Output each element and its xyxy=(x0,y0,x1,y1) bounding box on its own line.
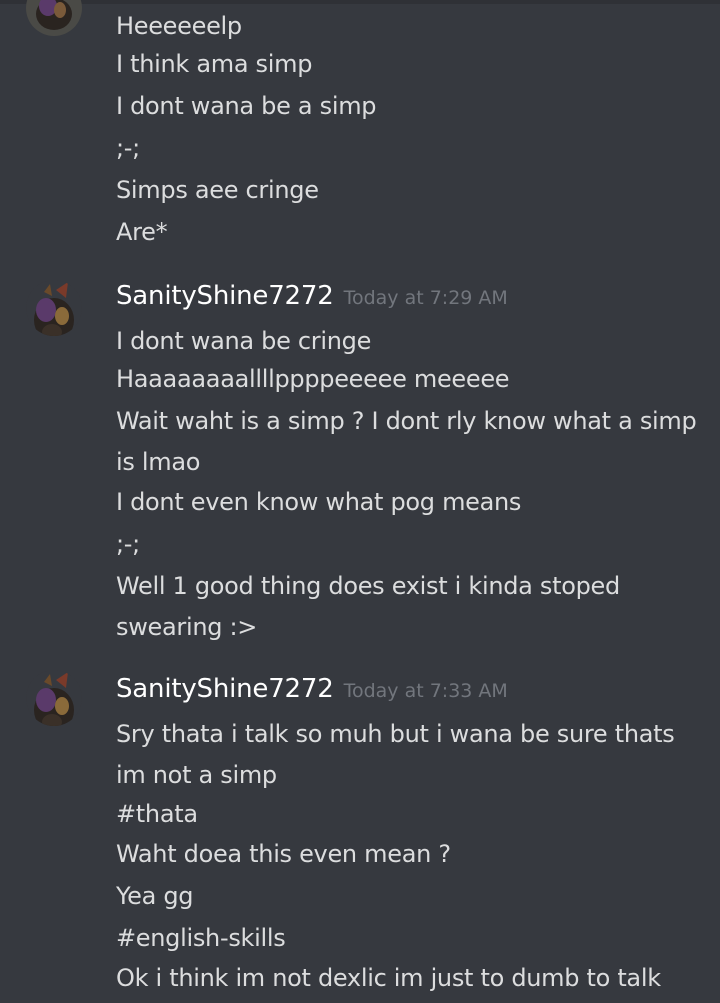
message-header: SanityShine7272 Today at 7:33 AM xyxy=(116,674,508,704)
message-text: I dont wana be a simp xyxy=(116,92,377,120)
message-text: ;-; xyxy=(116,530,140,558)
timestamp[interactable]: Today at 7:33 AM xyxy=(344,680,508,702)
username[interactable]: SanityShine7272 xyxy=(116,674,334,704)
message-text: Simps aee cringe xyxy=(116,176,319,204)
message-header: SanityShine7272 Today at 7:29 AM xyxy=(116,281,508,311)
message-text: I dont wana be cringe xyxy=(116,327,372,355)
message-text: Wait waht is a simp ? I dont rly know wh… xyxy=(116,407,697,476)
message-text: Ok i think im not dexlic im just to dumb… xyxy=(116,964,661,992)
message-text: Haaaaaaaallllppppeeeee meeeee xyxy=(116,365,510,393)
message-text: Yea gg xyxy=(116,882,194,910)
avatar[interactable] xyxy=(26,670,82,726)
message-text: Are* xyxy=(116,218,168,246)
avatar[interactable] xyxy=(26,0,82,36)
message-text: Well 1 good thing does exist i kinda sto… xyxy=(116,572,620,641)
message-text: ;-; xyxy=(116,134,140,162)
message-text: Waht doea this even mean ? xyxy=(116,840,451,868)
message-text: I dont even know what pog means xyxy=(116,488,522,516)
message-text: I think ama simp xyxy=(116,50,313,78)
channel-mention[interactable]: #english-skills xyxy=(116,918,711,959)
message-text: Heeeeeelp xyxy=(116,12,242,40)
avatar[interactable] xyxy=(26,280,82,336)
username[interactable]: SanityShine7272 xyxy=(116,281,334,311)
top-divider xyxy=(0,0,720,4)
timestamp[interactable]: Today at 7:29 AM xyxy=(344,287,508,309)
message-text: Sry thata i talk so muh but i wana be su… xyxy=(116,720,675,789)
channel-mention[interactable]: #thata xyxy=(116,794,711,835)
